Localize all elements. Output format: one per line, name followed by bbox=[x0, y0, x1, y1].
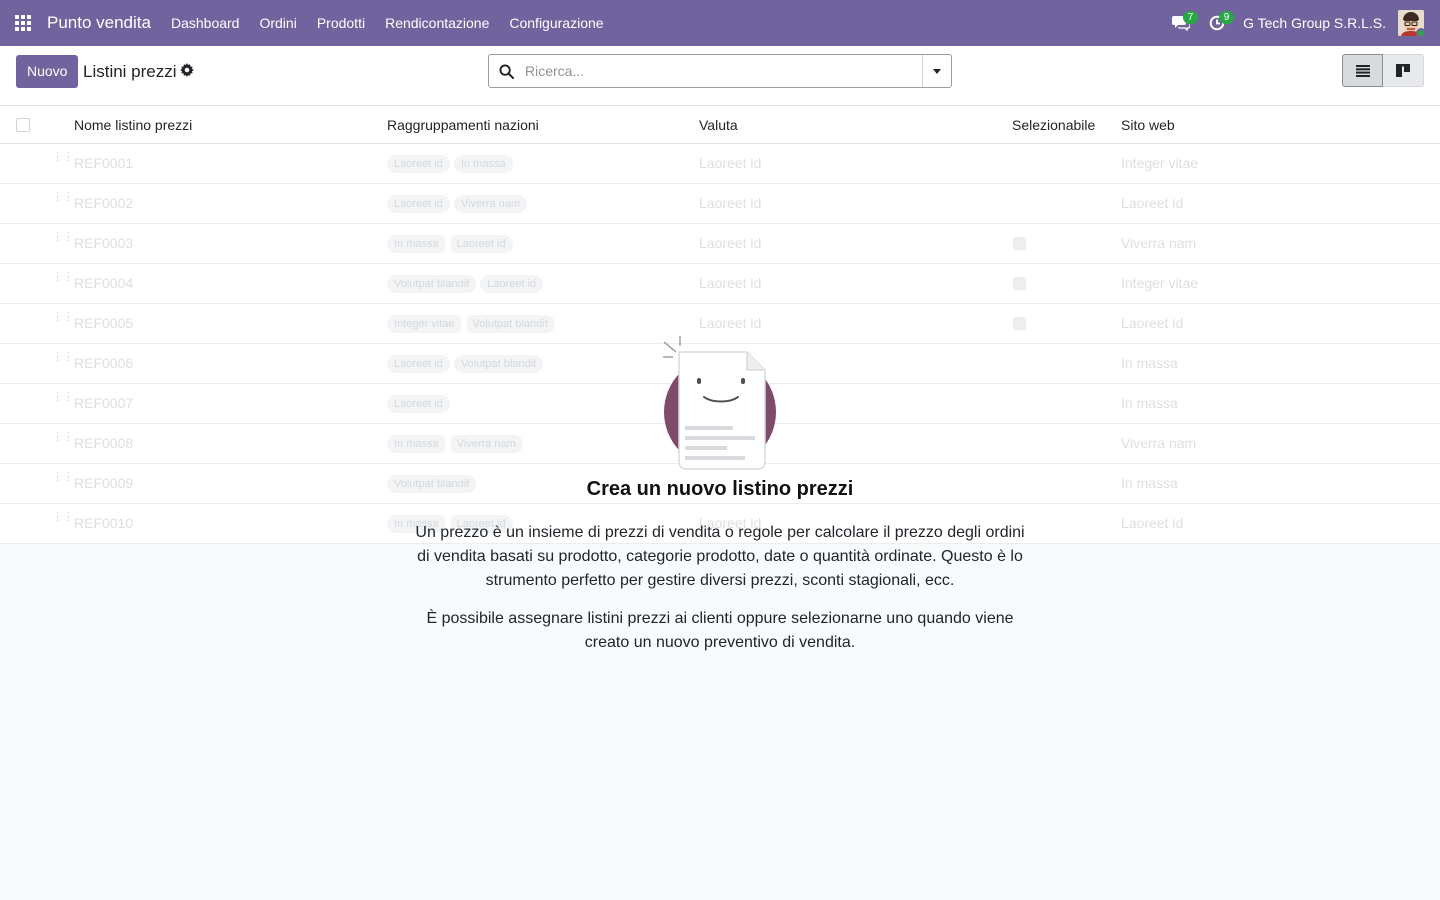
cell-website: Laoreet id bbox=[1121, 195, 1184, 211]
cell-country-groups: In massa Laoreet id bbox=[387, 235, 517, 254]
gear-icon bbox=[180, 63, 194, 77]
list-view-button[interactable] bbox=[1342, 54, 1383, 87]
page-title: Listini prezzi bbox=[83, 62, 177, 81]
cell-website: In massa bbox=[1121, 355, 1178, 371]
activities-button[interactable]: 9 bbox=[1199, 0, 1235, 46]
app-name[interactable]: Punto vendita bbox=[47, 13, 151, 33]
column-header-website[interactable]: Sito web bbox=[1121, 117, 1175, 133]
smiling-document-icon bbox=[663, 336, 776, 470]
apps-grid-icon bbox=[15, 15, 31, 31]
selectable-checkbox bbox=[1013, 237, 1026, 250]
new-button[interactable]: Nuovo bbox=[16, 55, 79, 88]
drag-handle-icon[interactable]: ⋮⋮ bbox=[52, 512, 74, 531]
tag-badge: Viverra nam bbox=[453, 195, 528, 213]
cell-website: Viverra nam bbox=[1121, 435, 1197, 451]
tag-badge: Laoreet id bbox=[387, 155, 450, 173]
kanban-view-icon bbox=[1396, 64, 1410, 77]
cell-website: In massa bbox=[1121, 475, 1178, 491]
cell-currency: Laoreet id bbox=[699, 235, 762, 251]
cell-country-groups: Volutpat blandit Laoreet id bbox=[387, 275, 547, 294]
search-icon bbox=[489, 55, 523, 87]
user-avatar[interactable] bbox=[1398, 10, 1424, 36]
tag-badge: In massa bbox=[387, 235, 446, 253]
table-row[interactable]: ⋮⋮ REF0001 Laoreet id In massa Laoreet id Int… bbox=[0, 144, 1440, 184]
tag-badge: Laoreet id bbox=[480, 275, 544, 293]
search-options-toggle[interactable] bbox=[922, 55, 951, 87]
activities-badge: 9 bbox=[1219, 11, 1235, 24]
drag-handle-icon[interactable]: ⋮⋮ bbox=[52, 432, 74, 451]
selectable-checkbox bbox=[1013, 277, 1026, 290]
drag-handle-icon[interactable]: ⋮⋮ bbox=[52, 472, 74, 491]
table-row[interactable]: ⋮⋮ REF0002 Laoreet id Viverra nam Laoreet id… bbox=[0, 184, 1440, 224]
cell-website: Integer vitae bbox=[1121, 275, 1199, 291]
list-view-icon bbox=[1355, 64, 1370, 77]
caret-down-icon bbox=[933, 68, 941, 74]
menu-rendicontazione[interactable]: Rendicontazione bbox=[375, 0, 499, 46]
column-header-country-groups[interactable]: Raggruppamenti nazioni bbox=[387, 117, 539, 133]
cell-name: REF0004 bbox=[74, 275, 134, 291]
cell-currency: Laoreet id bbox=[699, 315, 762, 331]
drag-handle-icon[interactable]: ⋮⋮ bbox=[52, 272, 74, 291]
drag-handle-icon[interactable]: ⋮⋮ bbox=[52, 352, 74, 371]
empty-state-helper: Crea un nuovo listino prezzi Un prezzo è… bbox=[400, 330, 1040, 655]
cell-currency: Laoreet id bbox=[699, 275, 762, 291]
top-navbar: Punto vendita Dashboard Ordini Prodotti … bbox=[0, 0, 1440, 46]
cell-country-groups: Laoreet id In massa bbox=[387, 155, 517, 174]
empty-document-illustration bbox=[660, 330, 780, 470]
cell-name: REF0008 bbox=[74, 435, 134, 451]
menu-ordini[interactable]: Ordini bbox=[249, 0, 306, 46]
view-switcher bbox=[1342, 54, 1424, 87]
cell-name: REF0009 bbox=[74, 475, 134, 491]
online-status-icon bbox=[1416, 28, 1424, 36]
messages-badge: 7 bbox=[1183, 11, 1199, 24]
drag-handle-icon[interactable]: ⋮⋮ bbox=[52, 392, 74, 411]
messages-button[interactable]: 7 bbox=[1163, 0, 1199, 46]
cell-name: REF0007 bbox=[74, 395, 134, 411]
cell-website: Viverra nam bbox=[1121, 235, 1197, 251]
cell-name: REF0005 bbox=[74, 315, 134, 331]
tag-badge: In massa bbox=[453, 155, 513, 173]
kanban-view-button[interactable] bbox=[1383, 54, 1424, 87]
gear-button[interactable] bbox=[180, 63, 196, 79]
menu-prodotti[interactable]: Prodotti bbox=[307, 0, 375, 46]
apps-menu-button[interactable] bbox=[0, 0, 46, 46]
navbar-systray: 7 9 G Tech Group S.R.L.S. bbox=[1163, 0, 1440, 46]
cell-name: REF0010 bbox=[74, 515, 134, 531]
column-header-selectable[interactable]: Selezionabile bbox=[1012, 117, 1095, 133]
cell-country-groups: Laoreet id Viverra nam bbox=[387, 195, 531, 214]
search-input[interactable] bbox=[523, 55, 922, 87]
helper-paragraph-2: È possibile assegnare listini prezzi ai … bbox=[426, 610, 1014, 651]
column-header-name[interactable]: Nome listino prezzi bbox=[74, 117, 192, 133]
cell-website: Laoreet id bbox=[1121, 515, 1184, 531]
select-all-checkbox[interactable] bbox=[16, 118, 30, 132]
column-header-currency[interactable]: Valuta bbox=[699, 117, 738, 133]
list-header: Nome listino prezzi Raggruppamenti nazio… bbox=[0, 106, 1440, 144]
menu-configurazione[interactable]: Configurazione bbox=[499, 0, 613, 46]
tag-badge: Laoreet id bbox=[387, 195, 450, 213]
menu-dashboard[interactable]: Dashboard bbox=[161, 0, 250, 46]
cell-currency: Laoreet id bbox=[699, 195, 762, 211]
cell-name: REF0006 bbox=[74, 355, 134, 371]
search-bar bbox=[488, 54, 952, 88]
cell-website: Laoreet id bbox=[1121, 315, 1184, 331]
drag-handle-icon[interactable]: ⋮⋮ bbox=[52, 192, 74, 211]
company-switcher[interactable]: G Tech Group S.R.L.S. bbox=[1235, 15, 1398, 31]
cell-name: REF0002 bbox=[74, 195, 134, 211]
control-panel: Nuovo Listini prezzi bbox=[0, 46, 1440, 106]
drag-handle-icon[interactable]: ⋮⋮ bbox=[52, 312, 74, 331]
selectable-checkbox bbox=[1013, 317, 1026, 330]
drag-handle-icon[interactable]: ⋮⋮ bbox=[52, 152, 74, 171]
cell-website: In massa bbox=[1121, 395, 1178, 411]
table-row[interactable]: ⋮⋮ REF0004 Volutpat blandit Laoreet id Laore… bbox=[0, 264, 1440, 304]
tag-badge: Laoreet id bbox=[449, 235, 513, 253]
cell-website: Integer vitae bbox=[1121, 155, 1199, 171]
cell-currency: Laoreet id bbox=[699, 155, 762, 171]
drag-handle-icon[interactable]: ⋮⋮ bbox=[52, 232, 74, 251]
cell-name: REF0003 bbox=[74, 235, 134, 251]
helper-paragraph-1: Un prezzo è un insieme di prezzi di vend… bbox=[415, 524, 1025, 589]
cell-name: REF0001 bbox=[74, 155, 134, 171]
table-row[interactable]: ⋮⋮ REF0003 In massa Laoreet id Laoreet id Viv… bbox=[0, 224, 1440, 264]
tag-badge: Volutpat blandit bbox=[387, 275, 477, 293]
helper-title: Crea un nuovo listino prezzi bbox=[586, 478, 854, 500]
